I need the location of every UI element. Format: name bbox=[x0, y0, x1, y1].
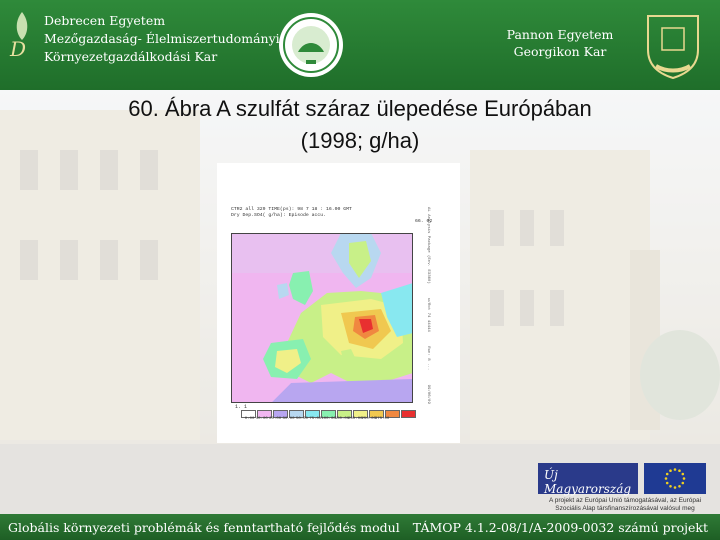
legend-label: 150.00 bbox=[334, 417, 350, 421]
europe-map-image bbox=[231, 233, 413, 403]
figure-side-text: AL Analysis Package (Env. E3360) w/Rot 7… bbox=[420, 207, 430, 437]
footer-bar: Globális környezeti problémák és fenntar… bbox=[0, 514, 720, 540]
figure-header-line: Dry Dep.SO4( g/ha): Episode accu. bbox=[231, 213, 326, 218]
eu-star bbox=[673, 468, 677, 471]
eu-star bbox=[678, 484, 681, 488]
eu-star bbox=[664, 477, 668, 480]
left-university-name: Debrecen Egyetem Mezőgazdaság- Élelmisze… bbox=[44, 12, 297, 66]
slide-title: 60. Ábra A szulfát száraz ülepedése Euró… bbox=[40, 93, 680, 157]
sponsor-logos: Új Magyarország bbox=[538, 463, 706, 496]
university-crest-icon bbox=[647, 15, 699, 80]
svg-text:D: D bbox=[9, 37, 26, 61]
eu-star bbox=[665, 472, 669, 476]
uj-magyarorszag-text: Új Magyarország bbox=[544, 468, 632, 496]
eu-star bbox=[678, 469, 681, 473]
eu-star bbox=[669, 469, 672, 473]
legend-label: 20.00 bbox=[269, 417, 282, 421]
legend-label: 10.00 bbox=[255, 417, 268, 421]
eu-star bbox=[681, 481, 685, 485]
figure-side-item: AL Analysis Package (Env. E3360) bbox=[426, 207, 430, 284]
legend-label: 200.00 bbox=[348, 417, 363, 421]
legend-label: 375.00 bbox=[374, 417, 390, 421]
figure-side-item: Run: 8 ... bbox=[426, 346, 430, 371]
header-banner: D Debrecen Egyetem Mezőgazdaság- Élelmis… bbox=[0, 0, 720, 90]
title-line: (1998; g/ha) bbox=[300, 128, 420, 153]
figure-side-item: w/Rot 74 44444 bbox=[426, 298, 430, 332]
eu-note-line: Szociális Alap társfinanszírozásával val… bbox=[555, 505, 695, 512]
right-university-line: Georgikon Kar bbox=[513, 44, 607, 59]
eu-star bbox=[669, 484, 672, 488]
legend-swatch bbox=[401, 410, 416, 418]
footer-module-name: Globális környezeti problémák és fenntar… bbox=[8, 520, 400, 535]
faculty-seal-icon bbox=[279, 13, 343, 77]
legend-label: 100.00 bbox=[321, 417, 336, 421]
eu-star bbox=[665, 481, 669, 485]
legend-label: 75.00 bbox=[309, 417, 322, 421]
eu-note-line: A projekt az Európai Unió támogatásával,… bbox=[548, 497, 702, 504]
eu-star bbox=[673, 486, 677, 489]
eu-funding-note: A projekt az Európai Unió támogatásával,… bbox=[530, 497, 720, 513]
legend-label: 250.00 bbox=[361, 417, 376, 421]
eu-star bbox=[681, 472, 685, 476]
left-university-line: Debrecen Egyetem bbox=[44, 13, 166, 28]
title-line: 60. Ábra A szulfát száraz ülepedése Euró… bbox=[128, 96, 592, 121]
legend-labels: 0.00 10.00 20.00 30.00 50.00 75.00 100.0… bbox=[241, 417, 390, 421]
footer-project-id: TÁMOP 4.1.2-08/1/A-2009-0032 számú proje… bbox=[412, 520, 708, 535]
legend-label: 50.00 bbox=[295, 417, 308, 421]
right-university-line: Pannon Egyetem bbox=[506, 27, 614, 42]
university-logo-icon: D bbox=[9, 12, 28, 61]
uj-magyarorszag-logo: Új Magyarország bbox=[538, 463, 638, 496]
eu-flag-icon bbox=[644, 463, 706, 494]
right-university-name: Pannon Egyetem Georgikon Kar bbox=[480, 26, 640, 60]
figure-side-item: 99/06/09 bbox=[426, 384, 430, 404]
figure-header-text: CTR2 all 329 TIME(ps): 98 7 18 : 16.00 G… bbox=[231, 207, 352, 219]
left-university-line: Mezőgazdaság- Élelmiszertudományi és bbox=[44, 31, 298, 46]
legend-label: 30.00 bbox=[282, 417, 295, 421]
eu-star bbox=[682, 477, 686, 480]
deposition-map-figure: CTR2 all 329 TIME(ps): 98 7 18 : 16.00 G… bbox=[217, 163, 460, 443]
left-university-line: Környezetgazdálkodási Kar bbox=[44, 49, 218, 64]
legend-label: 0.00 bbox=[244, 417, 255, 421]
